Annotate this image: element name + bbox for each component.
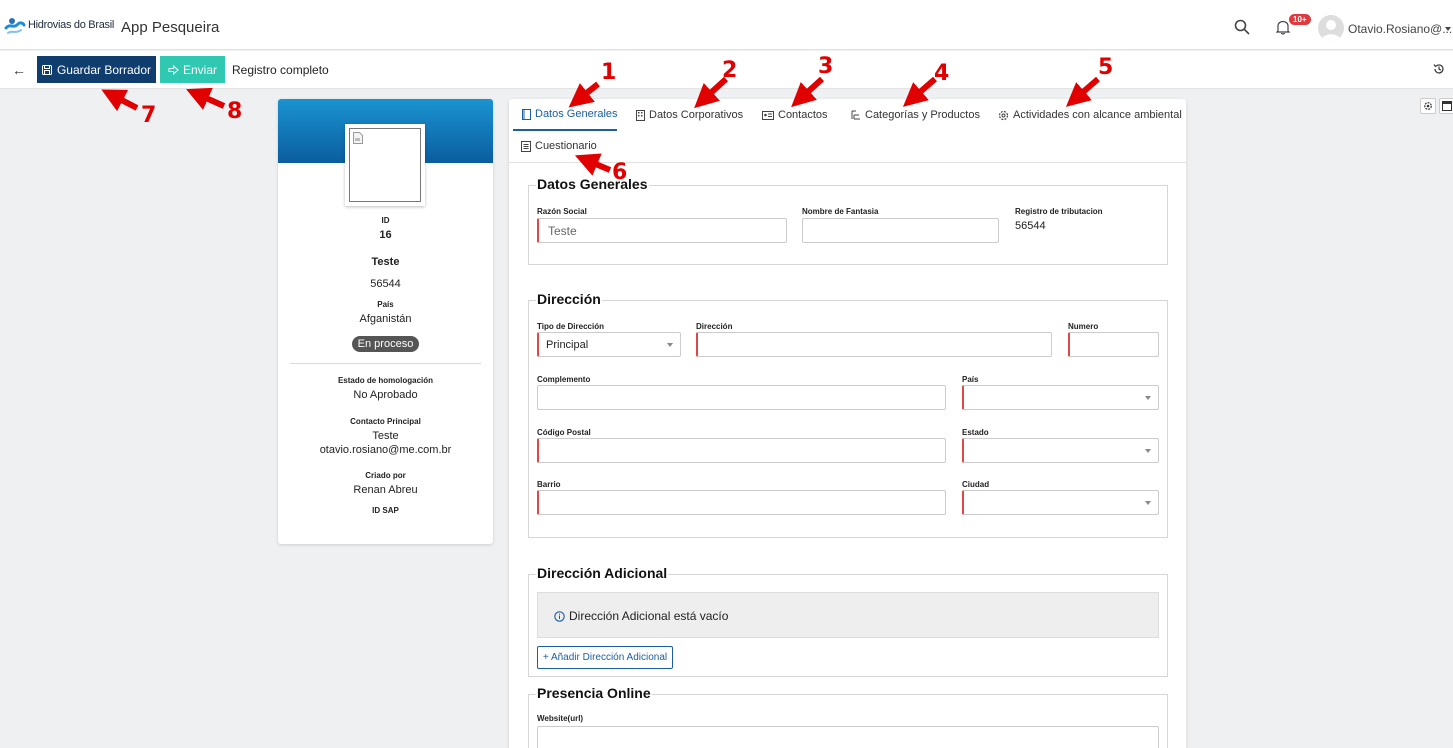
annotation-number-1: 1 xyxy=(601,60,617,85)
annotation-arrow-7 xyxy=(101,89,139,112)
annotation-arrow-1 xyxy=(568,81,600,108)
annotation-arrow-3 xyxy=(791,76,825,108)
annotation-number-2: 2 xyxy=(722,58,738,83)
annotation-number-4: 4 xyxy=(934,61,950,86)
annotation-number-5: 5 xyxy=(1098,55,1114,80)
annotation-arrow-4 xyxy=(902,76,937,107)
annotation-arrow-5 xyxy=(1065,76,1100,107)
annotation-number-8: 8 xyxy=(227,99,243,124)
annotation-arrow-8 xyxy=(186,87,226,110)
annotation-number-3: 3 xyxy=(818,54,834,79)
annotation-number-6: 6 xyxy=(612,160,628,185)
annotation-number-7: 7 xyxy=(141,103,157,128)
annotation-arrows xyxy=(101,76,1100,176)
annotation-arrow-6 xyxy=(574,153,612,176)
